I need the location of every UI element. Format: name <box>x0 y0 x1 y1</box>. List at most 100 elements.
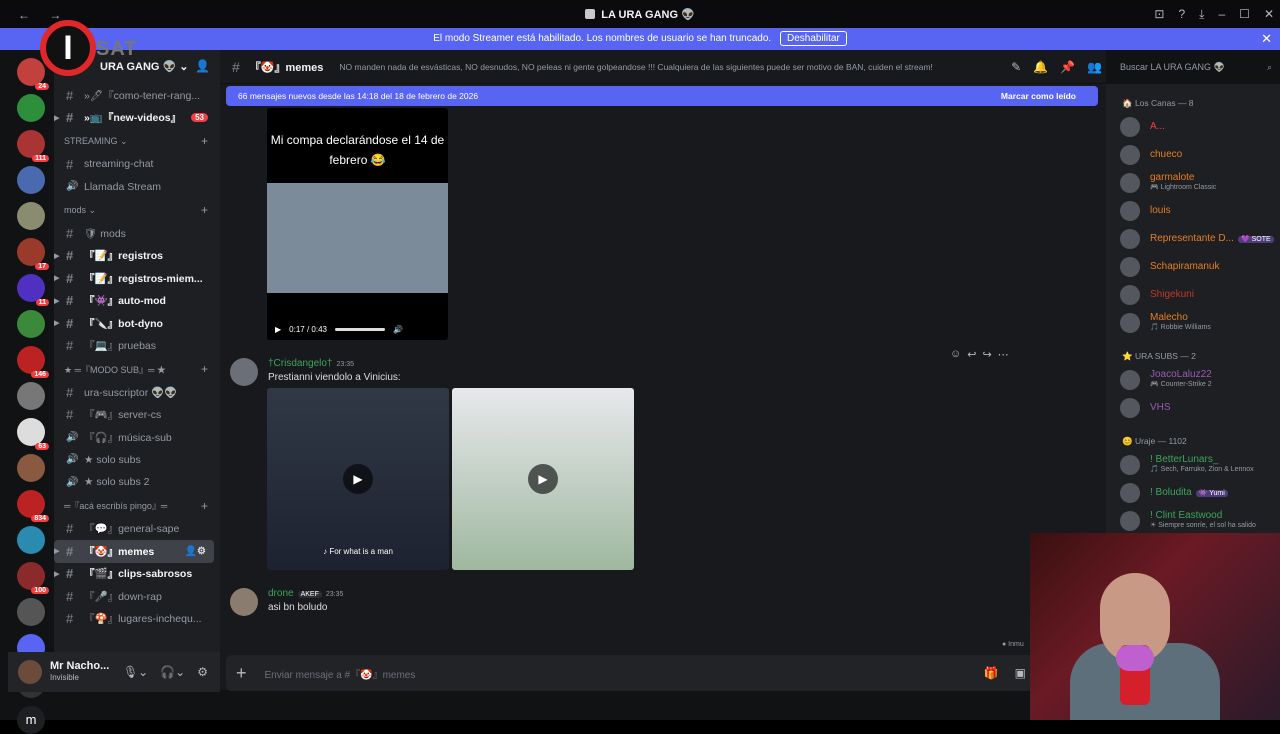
plus-icon[interactable]: + <box>201 499 208 513</box>
close-icon[interactable]: ✕ <box>1261 28 1272 50</box>
text-channel[interactable]: # 『🎤』down-rap <box>54 585 220 608</box>
video-frame[interactable] <box>267 183 448 293</box>
member-item[interactable]: Schapiramanuk <box>1106 253 1280 281</box>
tiktok-embed[interactable]: Mi compa declarándose el 14 de febrero 😂… <box>267 108 448 340</box>
text-channel[interactable]: ▶ # 『📝』registros-miem... <box>54 267 220 290</box>
channel-category[interactable]: mods ⌄ + <box>54 198 220 222</box>
text-channel[interactable]: # 『🍄』lugares-inchequ... <box>54 608 220 631</box>
text-channel[interactable]: # 🛡 mods <box>54 222 220 245</box>
member-item[interactable]: ! Clint Eastwood ☀ Siempre sonríe, el sol… <box>1106 507 1280 535</box>
server-icon[interactable]: 11 <box>17 274 49 306</box>
add-member-icon[interactable]: 👤 <box>195 59 210 73</box>
window-control-3[interactable]: – <box>1218 7 1225 22</box>
member-item[interactable]: Representante D... 💜 SOTE <box>1106 225 1280 253</box>
voice-channel[interactable]: 🔊 『🎧』música-sub <box>54 426 220 449</box>
server-icon[interactable]: 834 <box>17 490 49 522</box>
plus-icon[interactable]: + <box>201 203 208 217</box>
video-attachment[interactable]: ▶ <box>452 388 634 570</box>
window-control-2[interactable]: ⤓ <box>1199 7 1204 22</box>
text-channel[interactable]: ▶ # »📺『new-videos』 53 <box>54 107 220 130</box>
server-icon[interactable]: 146 <box>17 346 49 378</box>
window-control-4[interactable]: ☐ <box>1239 7 1250 22</box>
reaction-icon[interactable]: ☺ <box>950 348 961 361</box>
message-composer[interactable]: + Enviar mensaje a #『🤡』memes 🎁 ▣ <box>226 655 1034 691</box>
server-icon[interactable] <box>17 454 45 482</box>
server-icon[interactable]: 111 <box>17 130 49 162</box>
window-control-1[interactable]: ? <box>1178 7 1185 22</box>
volume-icon[interactable]: 🔊 <box>393 325 403 334</box>
more-icon[interactable]: ⋯ <box>998 348 1009 361</box>
members-icon[interactable]: 👥 <box>1087 60 1102 74</box>
add-attachment-icon[interactable]: + <box>236 663 247 684</box>
member-item[interactable]: Malecho 🎵 Robbie Williams <box>1106 309 1280 337</box>
server-icon[interactable] <box>17 310 45 338</box>
headphones-icon[interactable]: 🎧⌄ <box>160 665 185 679</box>
plus-icon[interactable]: + <box>201 362 208 376</box>
message-author[interactable]: †Crisdangelo† <box>268 358 333 369</box>
avatar[interactable] <box>230 358 258 386</box>
window-control-0[interactable]: ⊡ <box>1154 7 1164 22</box>
plus-icon[interactable]: + <box>201 134 208 148</box>
member-item[interactable]: JoacoLaluz22 🎮 Counter-Strike 2 <box>1106 366 1280 394</box>
mark-read-button[interactable]: Marcar como leído <box>1001 86 1076 106</box>
message-author[interactable]: drone <box>268 588 294 599</box>
text-channel[interactable]: # 『💻』pruebas <box>54 335 220 358</box>
threads-icon[interactable]: ✎ <box>1011 60 1021 74</box>
channel-category[interactable]: STREAMING ⌄ + <box>54 129 220 153</box>
gear-icon[interactable]: ⚙ <box>197 665 208 679</box>
member-item[interactable]: ! Boludita 👾 Yumi <box>1106 479 1280 507</box>
text-channel[interactable]: # streaming-chat <box>54 153 220 176</box>
server-icon[interactable]: 17 <box>17 238 49 270</box>
member-item[interactable]: ! BetterLunars_ 🎵 Sech, Farruko, Zion & L… <box>1106 451 1280 479</box>
server-icon[interactable] <box>17 166 45 194</box>
user-name[interactable]: Mr Nacho... Invisible <box>50 660 109 684</box>
microphone-icon[interactable]: 🎙⌄ <box>123 665 148 679</box>
play-icon[interactable]: ▶ <box>343 464 373 494</box>
server-icon[interactable] <box>17 382 45 410</box>
member-item[interactable]: VHS <box>1106 394 1280 422</box>
text-channel[interactable]: ▶ # 『🔪』bot-dyno <box>54 312 220 335</box>
text-channel[interactable]: ▶ # 『🤡』memes 👤⚙ <box>54 540 214 563</box>
server-icon[interactable] <box>17 94 45 122</box>
server-icon[interactable]: 24 <box>17 58 49 90</box>
server-icon[interactable] <box>17 526 45 554</box>
channel-settings-icon[interactable]: 👤⚙ <box>185 546 206 557</box>
voice-channel[interactable]: 🔊 ★ solo subs <box>54 449 220 472</box>
text-channel[interactable]: # ura-suscriptor 👽👽 <box>54 381 220 404</box>
channel-topic[interactable]: NO manden nada de esvásticas, NO desnudo… <box>339 62 959 72</box>
voice-channel[interactable]: 🔊 ★ solo subs 2 <box>54 471 220 494</box>
avatar[interactable] <box>18 660 42 684</box>
text-channel[interactable]: ▶ # 『📝』registros <box>54 245 220 268</box>
play-icon[interactable]: ▶ <box>528 464 558 494</box>
volume-slider[interactable] <box>334 327 385 331</box>
member-item[interactable]: chueco <box>1106 141 1280 169</box>
window-control-5[interactable]: ✕ <box>1264 7 1274 22</box>
text-channel[interactable]: ▶ # 『🎬』clips-sabrosos <box>54 563 220 586</box>
video-attachment[interactable]: ▶ ♪ For what is a man <box>267 388 449 570</box>
text-channel[interactable]: ▶ # 『👾』auto-mod <box>54 290 220 313</box>
text-channel[interactable]: # 『🎮』server-cs <box>54 404 220 427</box>
search-input[interactable]: Buscar LA URA GANG 👽 ⌕ <box>1114 57 1278 77</box>
voice-channel[interactable]: 🔊 Llamada Stream <box>54 176 220 199</box>
text-channel[interactable]: # »🖊『como-tener-rang... <box>54 84 220 107</box>
disable-streamer-button[interactable]: Deshabilitar <box>779 31 847 46</box>
server-icon[interactable] <box>17 202 45 230</box>
channel-category[interactable]: ★ ═『MODO SUB』═ ★ + <box>54 357 220 381</box>
server-icon[interactable]: 63 <box>17 418 49 450</box>
member-item[interactable]: garmalote 🎮 Lightroom Classic <box>1106 169 1280 197</box>
channel-category[interactable]: ═『acá escribís pingo』═ + <box>54 494 220 518</box>
new-messages-bar[interactable]: 66 mensajes nuevos desde las 14:18 del 1… <box>226 86 1098 106</box>
pin-icon[interactable]: 📌 <box>1060 60 1075 74</box>
reply-icon[interactable]: ↩ <box>967 348 976 361</box>
member-item[interactable]: louis <box>1106 197 1280 225</box>
play-icon[interactable]: ▶ <box>275 325 281 334</box>
forward-icon[interactable]: ↪ <box>982 348 991 361</box>
member-item[interactable]: A... <box>1106 113 1280 141</box>
gif-icon[interactable]: ▣ <box>1015 666 1026 680</box>
gift-icon[interactable]: 🎁 <box>984 666 999 680</box>
server-icon[interactable]: m <box>17 706 45 734</box>
avatar[interactable] <box>230 588 258 616</box>
text-channel[interactable]: # 『💬』general-sape <box>54 518 220 541</box>
server-icon[interactable] <box>17 598 45 626</box>
server-icon[interactable]: 100 <box>17 562 49 594</box>
